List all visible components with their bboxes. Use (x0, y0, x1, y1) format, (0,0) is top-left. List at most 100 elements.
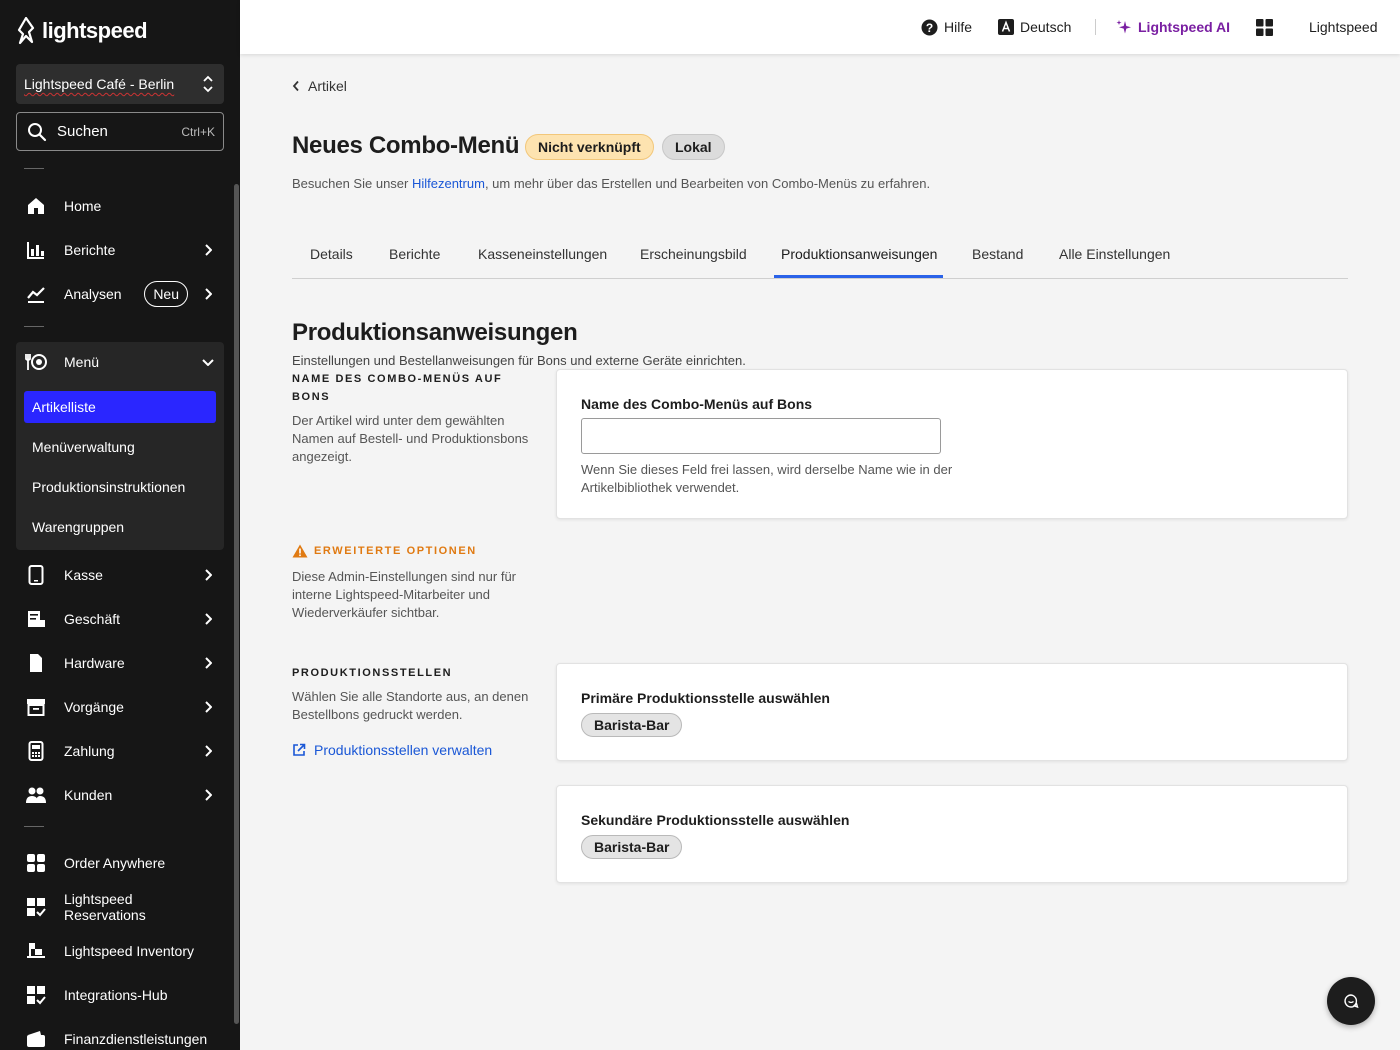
sidebar-subitem-artikelliste[interactable]: Artikelliste (24, 391, 216, 423)
chevron-right-icon (200, 657, 216, 669)
chevron-right-icon (200, 288, 216, 300)
receipt-name-input[interactable] (581, 418, 941, 454)
help-button[interactable]: ? Hilfe (921, 0, 972, 54)
up-down-chevron-icon (203, 75, 213, 93)
sidebar-item-hardware[interactable]: Hardware (16, 643, 224, 683)
tab-bar: Details Berichte Kasseneinstellungen Ers… (292, 240, 1348, 279)
sidebar: lightspeed Lightspeed Café - Berlin Such… (0, 0, 240, 1050)
sidebar-item-kunden[interactable]: Kunden (16, 775, 224, 815)
help-label: Hilfe (944, 19, 973, 35)
sidebar-subitem-warengruppen[interactable]: Warengruppen (24, 511, 216, 543)
account-menu[interactable]: Lightspeed (1309, 0, 1378, 54)
tab-erscheinungsbild[interactable]: Erscheinungsbild (640, 246, 747, 278)
tab-alle-einstellungen[interactable]: Alle Einstellungen (1059, 246, 1170, 278)
sidebar-item-berichte[interactable]: Berichte (16, 230, 224, 270)
sidebar-item-integrations-hub[interactable]: Integrations-Hub (16, 975, 224, 1015)
sidebar-subitem-produktionsinstruktionen[interactable]: Produktionsinstruktionen (24, 471, 216, 503)
sidebar-item-label: Integrations-Hub (64, 987, 168, 1003)
stations-section-label: PRODUKTIONSSTELLEN (292, 667, 453, 679)
tab-kasseneinstellungen[interactable]: Kasseneinstellungen (478, 246, 607, 278)
flame-logo-icon (17, 17, 35, 45)
language-label: Deutsch (1020, 19, 1072, 35)
manage-stations-link[interactable]: Produktionsstellen verwalten (292, 742, 492, 758)
sidebar-item-label: Home (64, 198, 102, 214)
name-card: Name des Combo-Menüs auf Bons Wenn Sie d… (556, 369, 1348, 519)
status-badge-local: Lokal (662, 134, 725, 160)
topbar-divider (1095, 19, 1096, 35)
topbar: ? Hilfe Deutsch Lightspeed AI Lightspeed (240, 0, 1400, 54)
apps-grid-icon (1256, 18, 1273, 36)
sidebar-item-label: Order Anywhere (64, 855, 166, 871)
tablet-icon (24, 563, 48, 587)
chevron-right-icon (200, 244, 216, 256)
sidebar-item-finanzdienstleistungen[interactable]: Finanzdienstleistungen (16, 1019, 224, 1050)
chat-button[interactable] (1327, 977, 1375, 1025)
reservations-icon (24, 895, 48, 919)
help-text-suffix: , um mehr über das Erstellen und Bearbei… (484, 176, 931, 191)
primary-station-chip[interactable]: Barista-Bar (581, 713, 683, 737)
apps-grid-button[interactable] (1256, 0, 1273, 54)
tab-berichte[interactable]: Berichte (389, 246, 440, 278)
sidebar-item-label: Lightspeed Inventory (64, 943, 194, 959)
secondary-station-chip[interactable]: Barista-Bar (581, 835, 683, 859)
secondary-station-card: Sekundäre Produktionsstelle auswählen Ba… (556, 785, 1348, 883)
new-badge: Neu (144, 281, 188, 307)
tab-details[interactable]: Details (310, 246, 353, 278)
tab-bestand[interactable]: Bestand (972, 246, 1023, 278)
integrations-icon (24, 983, 48, 1007)
warning-icon (292, 544, 308, 558)
section-description: Einstellungen und Bestellanweisungen für… (292, 353, 746, 368)
sidebar-item-geschaeft[interactable]: Geschäft (16, 599, 224, 639)
store-name: Lightspeed Café - Berlin (24, 76, 175, 92)
sidebar-item-label: Hardware (64, 655, 125, 671)
sidebar-item-order-anywhere[interactable]: Order Anywhere (16, 843, 224, 883)
chevron-down-icon (200, 358, 216, 366)
advanced-options-label: ERWEITERTE OPTIONEN (292, 544, 477, 558)
sidebar-subitem-menueverwaltung[interactable]: Menüverwaltung (24, 431, 216, 463)
sidebar-search[interactable]: Suchen Ctrl+K (16, 112, 224, 151)
account-label: Lightspeed (1309, 19, 1378, 35)
users-icon (24, 783, 48, 807)
trend-chart-icon (24, 282, 48, 306)
language-button[interactable]: Deutsch (998, 0, 1071, 54)
chevron-right-icon (200, 701, 216, 713)
name-section-label: NAME DES COMBO-MENÜS AUF BONS (292, 373, 503, 403)
advanced-options-description: Diese Admin-Einstellungen sind nur für i… (292, 569, 517, 620)
manage-stations-label: Produktionsstellen verwalten (314, 742, 493, 758)
sidebar-item-reservations[interactable]: Lightspeed Reservations (16, 887, 224, 927)
chevron-right-icon (200, 745, 216, 757)
external-link-icon (293, 743, 306, 756)
search-label: Suchen (57, 123, 108, 140)
primary-station-title: Primäre Produktionsstelle auswählen (581, 690, 830, 706)
sidebar-item-label: Geschäft (64, 611, 121, 627)
sidebar-item-label: Finanzdienstleistungen (64, 1031, 208, 1047)
sidebar-item-menu[interactable]: Menü (16, 342, 224, 382)
sidebar-item-label: Berichte (64, 242, 116, 258)
active-tab-indicator (774, 275, 943, 278)
sidebar-item-label: Kasse (64, 567, 103, 583)
sidebar-scrollbar[interactable] (234, 184, 239, 1024)
sidebar-item-kasse[interactable]: Kasse (16, 555, 224, 595)
brand-logo[interactable]: lightspeed (16, 16, 148, 46)
back-link[interactable]: Artikel (292, 78, 347, 94)
sidebar-item-analysen[interactable]: Analysen Neu (16, 274, 224, 314)
primary-station-card: Primäre Produktionsstelle auswählen Bari… (556, 663, 1348, 761)
nav-divider (24, 826, 44, 827)
chevron-right-icon (200, 613, 216, 625)
tab-produktionsanweisungen[interactable]: Produktionsanweisungen (781, 246, 937, 278)
sidebar-item-inventory[interactable]: Lightspeed Inventory (16, 931, 224, 971)
sidebar-item-vorgaenge[interactable]: Vorgänge (16, 687, 224, 727)
archive-box-icon (24, 695, 48, 719)
sidebar-item-zahlung[interactable]: Zahlung (16, 731, 224, 771)
sidebar-item-home[interactable]: Home (16, 186, 224, 226)
store-selector[interactable]: Lightspeed Café - Berlin (16, 64, 224, 104)
lightspeed-ai-button[interactable]: Lightspeed AI (1116, 0, 1230, 54)
sidebar-item-label: Menü (64, 354, 100, 370)
bar-chart-icon (24, 238, 48, 262)
sidebar-item-label: Lightspeed Reservations (64, 891, 146, 923)
help-center-link[interactable]: Hilfezentrum (412, 176, 485, 191)
chevron-right-icon (200, 789, 216, 801)
status-badge-not-linked: Nicht verknüpft (525, 134, 654, 160)
sidebar-item-label: Vorgänge (64, 699, 124, 715)
name-field-title: Name des Combo-Menüs auf Bons (581, 396, 813, 412)
